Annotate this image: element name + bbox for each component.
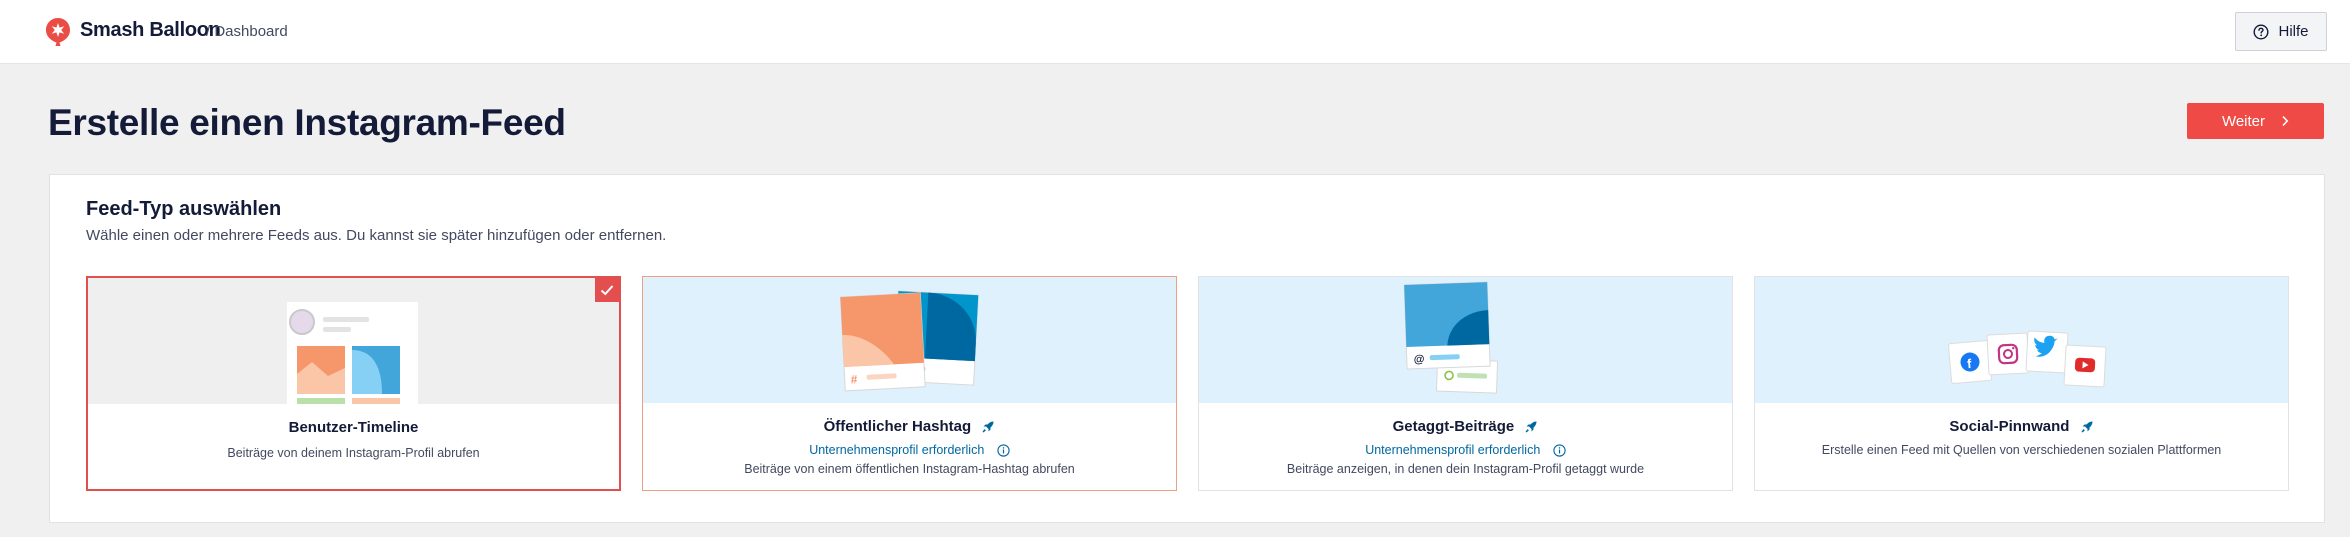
question-circle-icon — [2253, 23, 2269, 40]
selected-check-icon — [595, 278, 619, 302]
panel-title: Feed-Typ auswählen — [86, 198, 282, 220]
user-timeline-illustration — [88, 278, 619, 404]
top-bar: Smash Balloon / Dashboard Hilfe — [0, 0, 2350, 64]
card-description: Erstelle einen Feed mit Quellen von vers… — [1821, 443, 2222, 457]
info-icon[interactable] — [1553, 444, 1566, 457]
smash-balloon-logo-icon — [46, 18, 70, 46]
next-label: Weiter — [2221, 112, 2266, 130]
svg-text:#: # — [850, 372, 858, 386]
feed-type-card-user-timeline[interactable]: Benutzer-Timeline Beiträge von deinem In… — [86, 276, 621, 491]
card-title-text: Social-Pinnwand — [1949, 418, 2070, 435]
card-title: Öffentlicher Hashtag — [643, 418, 1176, 435]
hashtag-illustration: # — [643, 277, 1176, 403]
card-description: Beiträge von einem öffentlichen Instagra… — [744, 462, 1075, 476]
business-profile-link[interactable]: Unternehmensprofil erforderlich — [809, 443, 984, 457]
feed-type-panel: Feed-Typ auswählen Wähle einen oder mehr… — [49, 174, 2325, 523]
tagged-posts-illustration: @ — [1199, 277, 1732, 403]
feed-type-card-social-wall[interactable]: f Social-Pinnwand Erstelle einen Feed mi… — [1754, 276, 2289, 491]
help-button[interactable]: Hilfe — [2235, 12, 2327, 51]
feed-type-card-public-hashtag[interactable]: # Öffentlicher Hashtag Unternehmensprofi… — [642, 276, 1177, 491]
social-wall-illustration: f — [1755, 277, 2288, 403]
next-button[interactable]: Weiter — [2187, 103, 2324, 139]
info-icon[interactable] — [997, 444, 1010, 457]
card-description: Beiträge von deinem Instagram-Profil abr… — [227, 446, 480, 460]
card-title-text: Getaggt-Beiträge — [1392, 418, 1515, 435]
card-title: Getaggt-Beiträge — [1199, 418, 1732, 435]
brand-name: Smash Balloon — [80, 19, 221, 41]
rocket-icon — [1525, 421, 1537, 433]
panel-subtitle: Wähle einen oder mehrere Feeds aus. Du k… — [86, 227, 667, 244]
card-title: Social-Pinnwand — [1755, 418, 2288, 435]
help-label: Hilfe — [2278, 23, 2309, 40]
svg-text:@: @ — [1414, 353, 1425, 365]
page-title: Erstelle einen Instagram-Feed — [48, 102, 566, 143]
business-profile-required[interactable]: Unternehmensprofil erforderlich — [1199, 443, 1732, 457]
breadcrumb[interactable]: / Dashboard — [206, 23, 288, 40]
rocket-icon — [2081, 421, 2093, 433]
card-title: Benutzer-Timeline — [288, 419, 419, 436]
feed-type-card-tagged-posts[interactable]: @ Getaggt-Beiträge Unternehmensprofil er… — [1198, 276, 1733, 491]
business-profile-link[interactable]: Unternehmensprofil erforderlich — [1365, 443, 1540, 457]
business-profile-required[interactable]: Unternehmensprofil erforderlich — [643, 443, 1176, 457]
card-title-text: Öffentlicher Hashtag — [823, 418, 972, 435]
rocket-icon — [982, 421, 994, 433]
chevron-right-icon — [2282, 115, 2289, 127]
card-description: Beiträge anzeigen, in denen dein Instagr… — [1286, 462, 1645, 476]
